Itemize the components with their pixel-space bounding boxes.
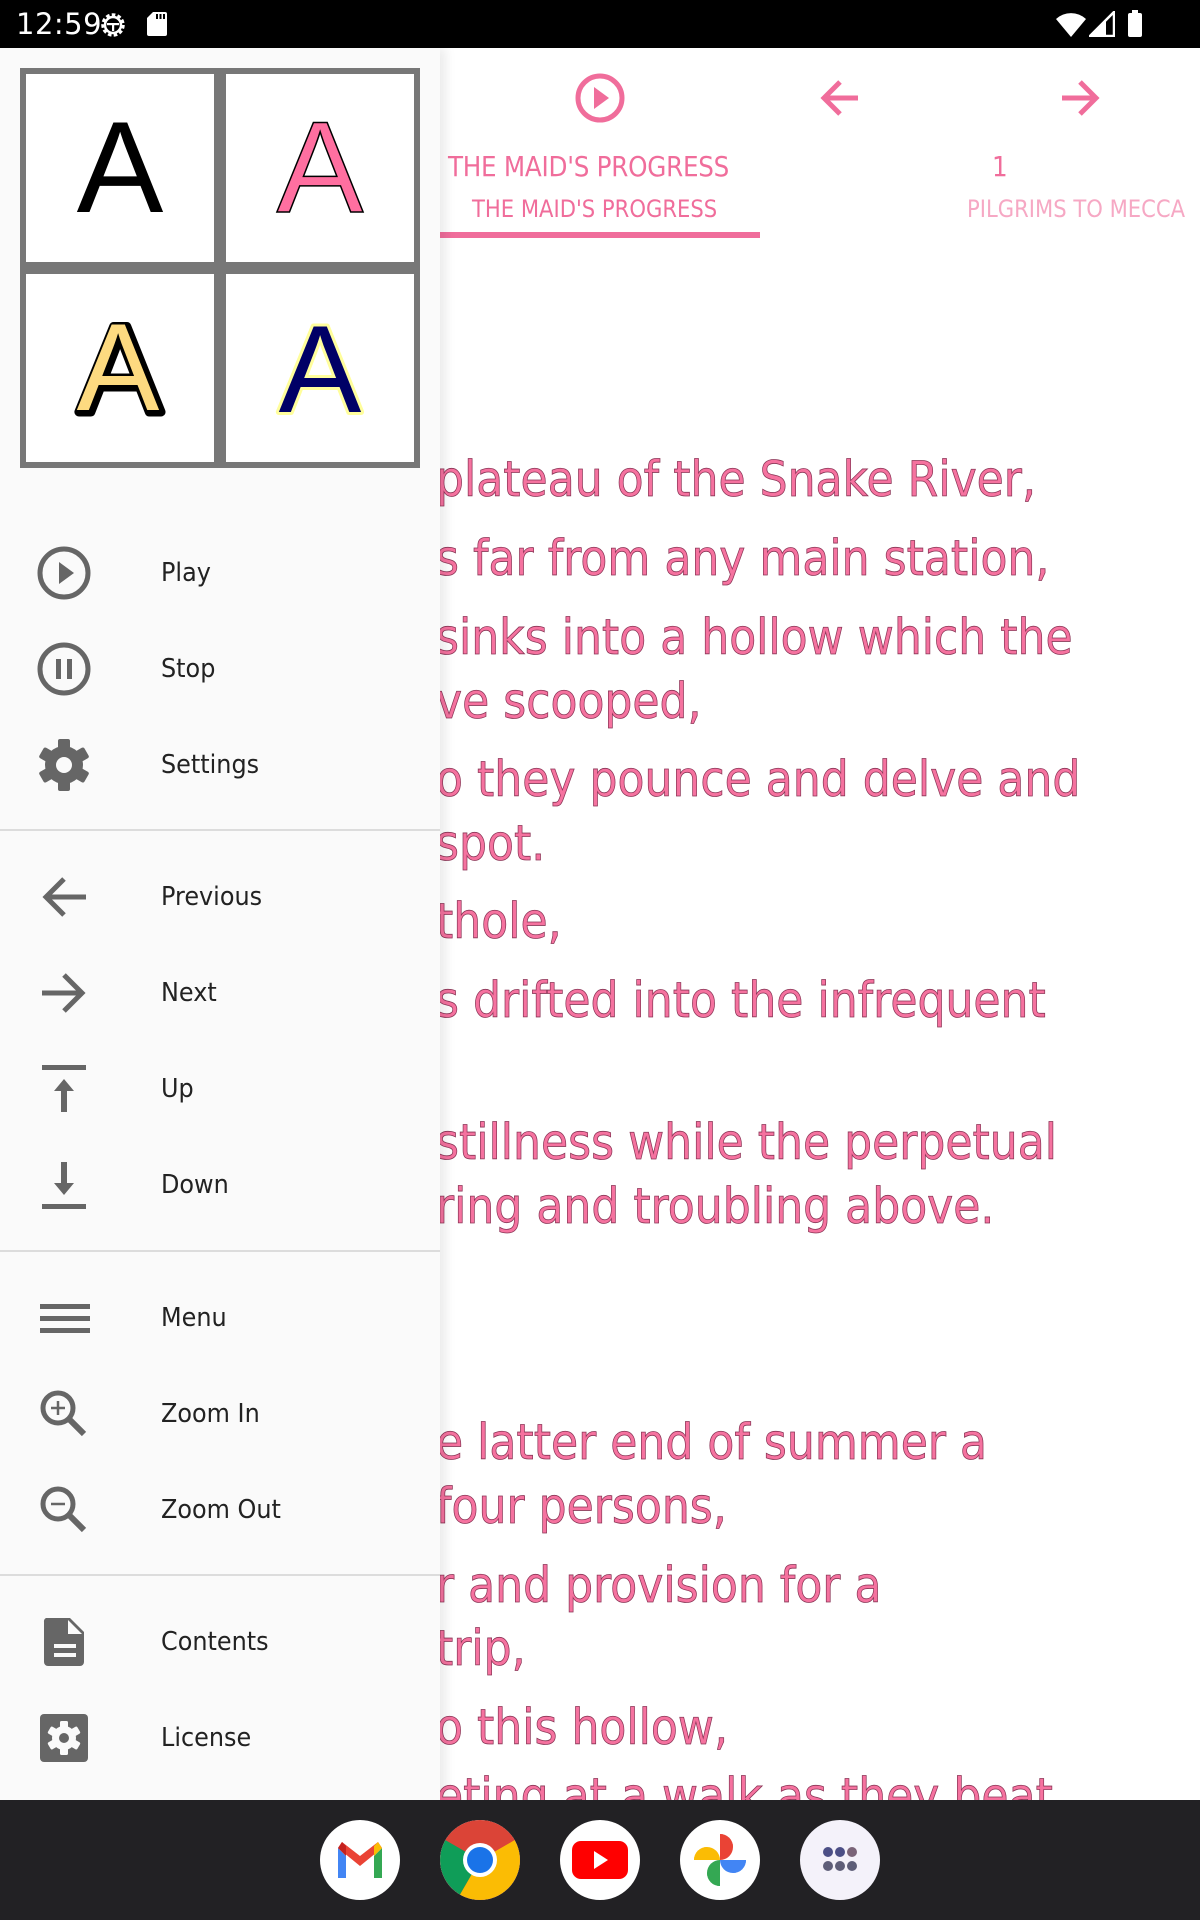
tab-title: THE MAID'S PROGRESS <box>448 150 730 183</box>
vertical-align-bottom-icon <box>42 1162 86 1209</box>
vertical-align-top-icon <box>42 1065 86 1112</box>
active-tab-indicator <box>440 232 760 238</box>
menu-item-label: Contents <box>161 1627 269 1657</box>
screen: 12:59 THE MAID'S PROGRESS THE MAID'S PRO… <box>0 0 1200 1920</box>
menu-item-menu[interactable]: Menu <box>0 1270 440 1366</box>
photos-icon <box>694 1834 746 1886</box>
menu-item-up[interactable]: Up <box>0 1041 440 1137</box>
arrow-back-icon[interactable] <box>812 70 868 126</box>
menu-item-license[interactable]: License <box>0 1690 440 1786</box>
menu-item-label: Menu <box>161 1303 227 1333</box>
svg-text:A: A <box>279 308 362 428</box>
youtube-icon <box>572 1841 628 1879</box>
menu-item-label: Next <box>161 978 217 1008</box>
menu-item-play[interactable]: Play <box>0 525 440 621</box>
tab-subtitle: PILGRIMS TO MECCA <box>967 195 1186 223</box>
tab-title: 1 <box>992 150 1008 183</box>
svg-text:A: A <box>77 108 164 228</box>
play-circle-icon <box>37 546 91 600</box>
text-line: spot. <box>436 815 546 873</box>
menu-item-settings[interactable]: Settings <box>0 717 440 813</box>
font-style-navy-glow[interactable]: A A <box>226 274 414 462</box>
letter-a-black-icon: A <box>77 108 164 228</box>
settings-application-icon <box>40 1714 88 1762</box>
menu-item-label: Stop <box>161 654 216 684</box>
photos-app[interactable] <box>680 1820 760 1900</box>
menu-divider <box>0 1574 440 1576</box>
menu-item-zoom-out[interactable]: Zoom Out <box>0 1462 440 1558</box>
svg-text:A: A <box>277 108 364 228</box>
menu-item-next[interactable]: Next <box>0 945 440 1041</box>
app-grid-icon <box>823 1847 857 1871</box>
menu-item-label: Up <box>161 1074 194 1104</box>
menu-item-label: Down <box>161 1170 229 1200</box>
status-time: 12:59 <box>16 7 103 41</box>
menu-item-label: License <box>161 1723 252 1753</box>
menu-item-label: Settings <box>161 750 260 780</box>
status-bar: 12:59 <box>0 0 1200 48</box>
menu-item-down[interactable]: Down <box>0 1137 440 1233</box>
text-line: o they pounce and delve and <box>436 751 1081 809</box>
font-style-grid: A A A A A A <box>20 68 420 468</box>
sd-card-icon <box>147 12 167 36</box>
navigation-drawer: A A A A A A Play Stop Settings Previous … <box>0 48 440 1800</box>
menu-item-label: Previous <box>161 882 263 912</box>
font-style-pink[interactable]: A <box>226 74 414 262</box>
youtube-app[interactable] <box>560 1820 640 1900</box>
menu-item-zoom-in[interactable]: Zoom In <box>0 1366 440 1462</box>
font-style-yellow-outlined[interactable]: A A <box>26 274 214 462</box>
app-dock <box>0 1800 1200 1920</box>
letter-a-yellow-icon: A A <box>74 308 166 428</box>
battery-icon <box>1128 10 1142 37</box>
chrome-icon <box>440 1820 520 1900</box>
menu-item-label: Play <box>161 558 211 588</box>
letter-a-pink-icon: A <box>276 108 365 228</box>
menu-item-previous[interactable]: Previous <box>0 849 440 945</box>
menu-item-label: Zoom Out <box>161 1495 281 1525</box>
hamburger-menu-icon <box>40 1304 90 1333</box>
text-line: thole, <box>436 893 562 951</box>
android-settings-icon <box>101 13 125 37</box>
menu-divider <box>0 1250 440 1252</box>
text-line: sinks into a hollow which the <box>436 609 1073 667</box>
gear-icon <box>39 739 89 791</box>
svg-text:A: A <box>77 308 160 428</box>
text-line: r and provision for a <box>436 1557 882 1615</box>
zoom-in-icon <box>40 1390 87 1437</box>
play-icon[interactable] <box>572 70 628 126</box>
menu-item-contents[interactable]: Contents <box>0 1594 440 1690</box>
text-line: stillness while the perpetual <box>436 1114 1058 1172</box>
letter-a-navy-icon: A A <box>276 308 365 428</box>
text-line: e latter end of summer a <box>436 1414 988 1472</box>
tab-subtitle: THE MAID'S PROGRESS <box>472 195 718 223</box>
gmail-icon <box>338 1842 382 1878</box>
text-line: ve scooped, <box>436 673 702 731</box>
text-line: plateau of the Snake River, <box>436 451 1037 509</box>
menu-divider <box>0 829 440 831</box>
text-line: s far from any main station, <box>436 530 1050 588</box>
arrow-back-icon <box>42 877 86 917</box>
cellular-signal-icon <box>1089 11 1115 37</box>
text-line: four persons, <box>436 1478 727 1536</box>
text-line: eting at a walk as they beat <box>436 1768 1054 1800</box>
menu-item-stop[interactable]: Stop <box>0 621 440 717</box>
arrow-forward-icon[interactable] <box>1052 70 1108 126</box>
gmail-app[interactable] <box>320 1820 400 1900</box>
wifi-icon <box>1056 13 1086 37</box>
text-line: s drifted into the infrequent <box>436 972 1046 1030</box>
chrome-app[interactable] <box>440 1820 520 1900</box>
text-line: trip, <box>436 1620 526 1678</box>
pause-circle-icon <box>37 642 91 696</box>
app-drawer-button[interactable] <box>800 1820 880 1900</box>
font-style-plain-black[interactable]: A <box>26 74 214 262</box>
text-line: ring and troubling above. <box>436 1178 995 1236</box>
document-icon <box>43 1618 84 1666</box>
text-line: o this hollow, <box>436 1699 729 1757</box>
arrow-forward-icon <box>42 973 86 1013</box>
menu-item-label: Zoom In <box>161 1399 260 1429</box>
zoom-out-icon <box>40 1486 87 1533</box>
